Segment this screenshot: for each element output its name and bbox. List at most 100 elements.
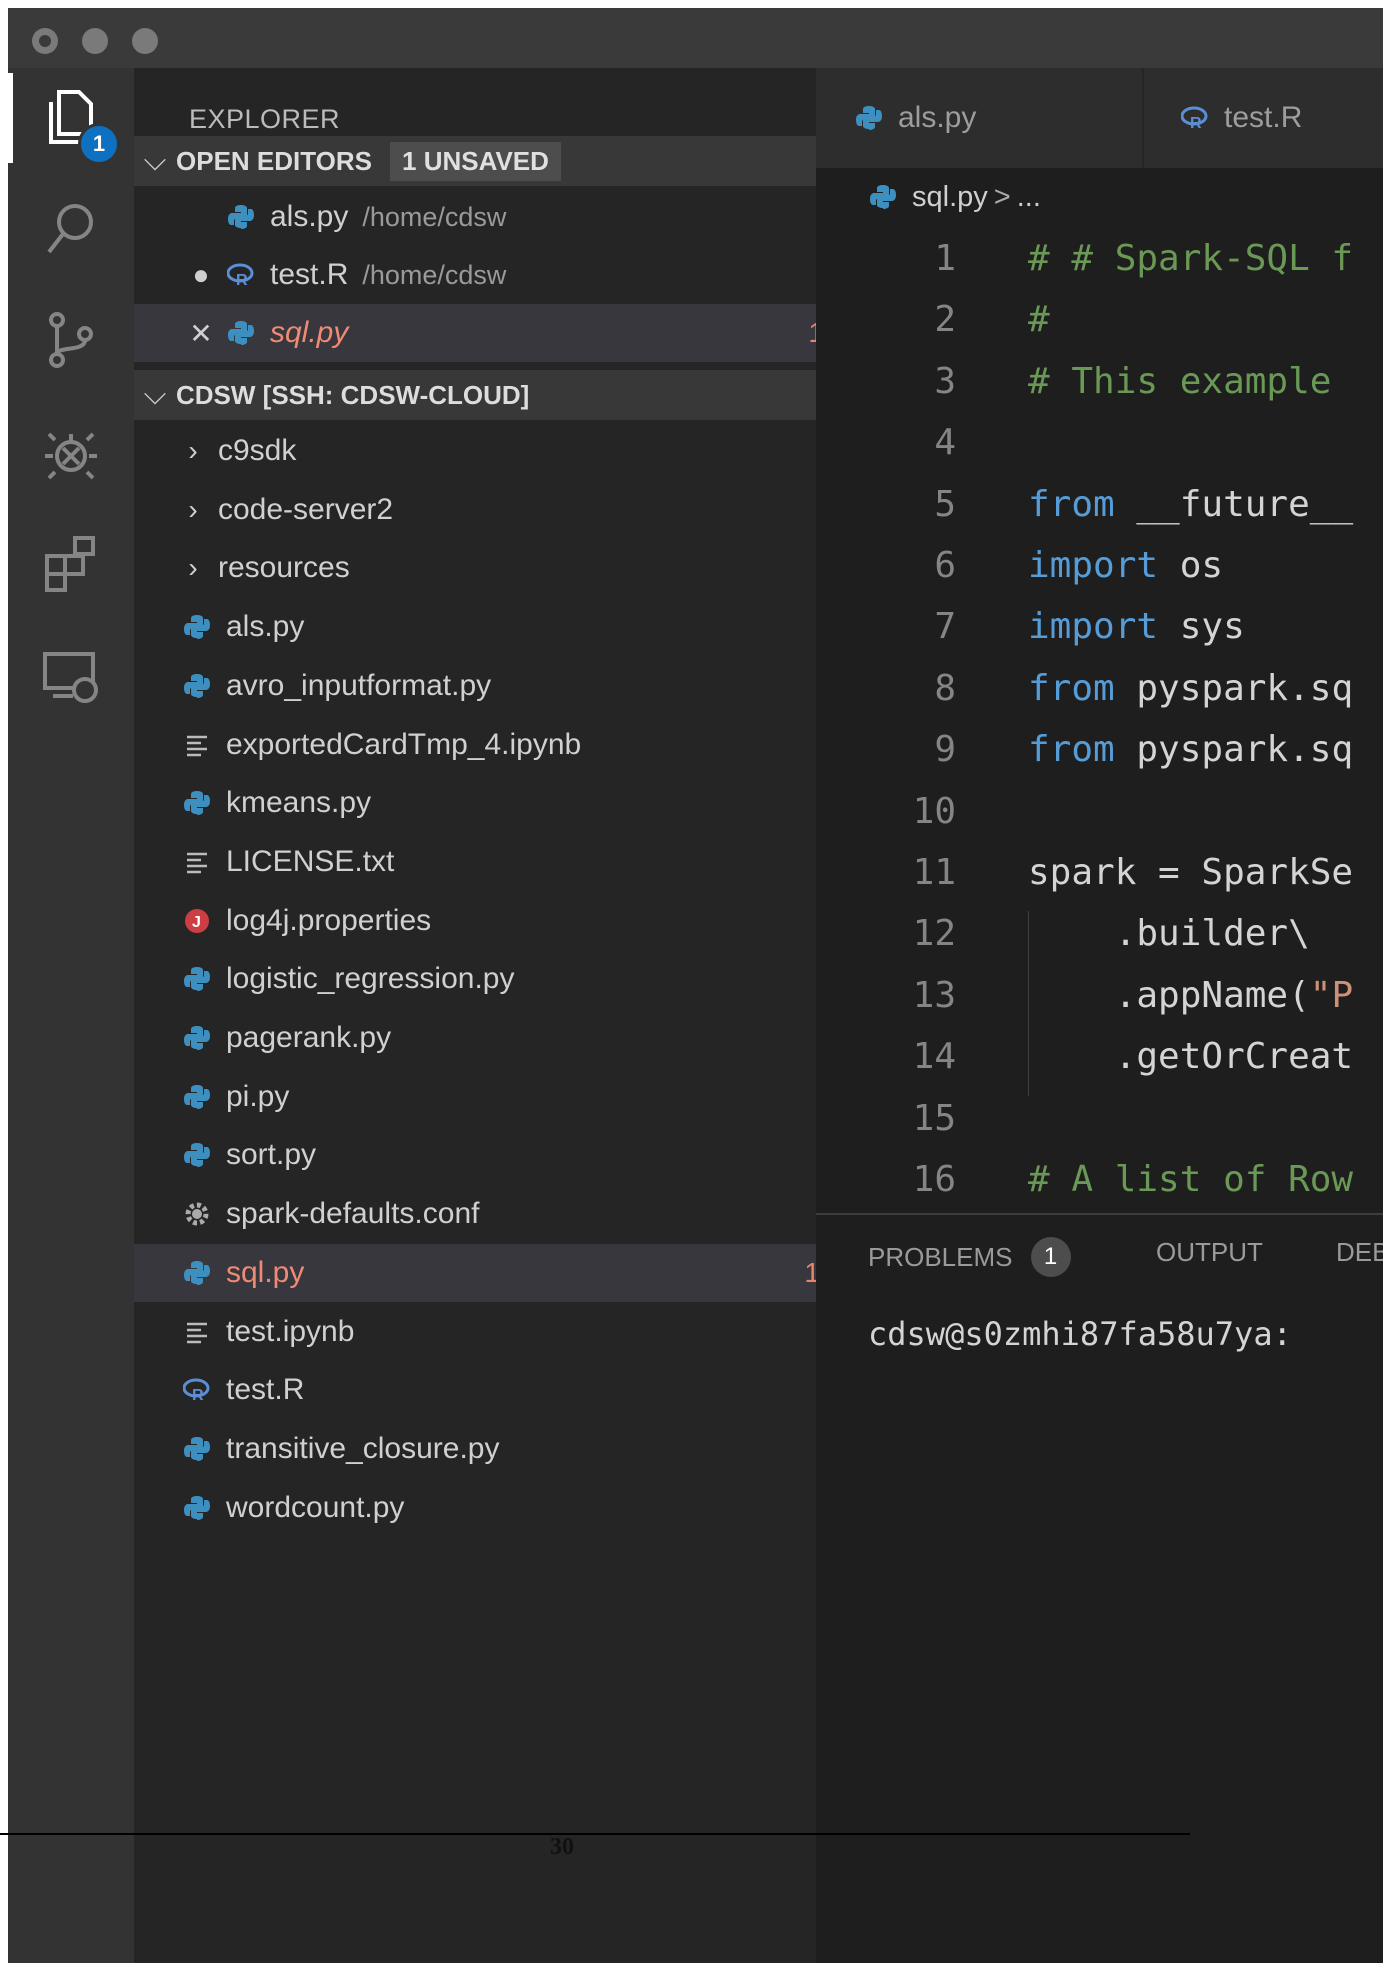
panel-tab-output[interactable]: OUTPUT [1156,1237,1263,1268]
tree-file[interactable]: kmeans.py [134,774,864,832]
file-name: log4j.properties [226,903,432,937]
chevron-right-icon: › [188,493,198,525]
text-lines-icon [182,1317,212,1347]
tree-file[interactable]: Rtest.R [134,1361,864,1419]
tree-file[interactable]: LICENSE.txt [134,833,864,891]
tree-file[interactable]: avro_inputformat.py [134,657,864,715]
code-token: import [1028,545,1159,586]
line-content: .builder\ [1028,903,1310,964]
python-icon [182,964,212,994]
file-name: test.ipynb [226,1314,355,1348]
workspace-label: CDSW [SSH: CDSW-CLOUD] [176,379,530,410]
line-content: # # Spark-SQL f [1028,228,1353,289]
activity-debug-button[interactable] [8,404,134,504]
tree-folder[interactable]: › resources [134,539,860,597]
python-icon [182,1082,212,1112]
tree-file[interactable]: sql.py 1 [134,1243,864,1302]
code-line: 5 from __future__ [816,474,1383,535]
explorer-badge: 1 [78,123,120,165]
activity-extensions-button[interactable] [8,516,134,616]
explorer-sidebar: EXPLORER ⌵ OPEN EDITORS 1 UNSAVED als.py… [134,68,868,1963]
page-footer-rule [0,1833,1190,1835]
breadcrumb-file[interactable]: sql.py [912,181,988,214]
panel-tab-problems[interactable]: PROBLEMS 1 [868,1237,1071,1277]
code-line: 6 import os [816,535,1383,596]
code-token: from [1028,667,1115,709]
code-token: os [1158,545,1224,586]
workspace-header[interactable]: ⌵ CDSW [SSH: CDSW-CLOUD] [134,370,816,420]
breadcrumb-rest[interactable]: ... [1017,181,1041,214]
tree-file[interactable]: logistic_regression.py [134,950,864,1008]
source-control-icon [39,308,103,377]
maximize-window-button[interactable] [132,28,158,54]
editor-tab[interactable]: als.py [816,68,1143,168]
file-name: kmeans.py [226,786,372,820]
tree-file[interactable]: spark-defaults.conf [134,1185,864,1243]
python-icon [182,1140,212,1170]
code-line: 8 from pyspark.sq [816,658,1383,719]
bottom-panel: PROBLEMS 1 OUTPUT DEB cdsw@s0zmhi87fa58u7ya… [816,1213,1383,1963]
activity-files-button[interactable]: 1 [8,68,134,168]
search-icon [39,196,103,265]
tab-label: test.R [1224,101,1303,134]
code-editor[interactable]: 1 # # Spark-SQL f 2 #3 # This example 4 5 from… [816,228,1383,1213]
close-icon[interactable]: ✕ [186,317,216,350]
file-name: als.py [226,610,305,644]
python-icon [182,671,212,701]
line-content: .appName("P [1028,965,1353,1026]
terminal-prompt[interactable]: cdsw@s0zmhi87fa58u7ya: [868,1315,1292,1353]
svg-text:R: R [236,272,248,289]
code-token: from [1028,483,1115,525]
line-number: 3 [934,360,956,402]
python-icon [854,103,884,133]
activity-search-button[interactable] [8,180,134,280]
tree-folder[interactable]: › code-server2 [134,481,860,539]
code-line: 4 [816,412,1383,473]
editor-area: als.py Rtest.R sql.py > ... 1 # # Spark-SQ… [816,68,1383,1963]
file-name: exportedCardTmp_4.ipynb [226,727,582,761]
code-line: 3 # This example [816,351,1383,412]
tree-file[interactable]: test.ipynb [134,1303,864,1361]
line-content: # This example [1028,351,1353,412]
tree-folder[interactable]: › c9sdk [134,422,860,480]
file-name: LICENSE.txt [226,844,395,878]
code-line: 15 [816,1088,1383,1149]
tree-file[interactable]: pagerank.py [134,1009,864,1067]
tree-file[interactable]: sort.py [134,1126,864,1184]
activity-source-control-button[interactable] [8,292,134,392]
line-number: 2 [934,299,956,341]
line-number: 11 [912,852,956,893]
breadcrumb-separator: > [993,180,1011,213]
open-editor-item[interactable]: als.py/home/cdsw [134,188,868,246]
vscode-window: 1 EXPLORER ⌵ OPEN EDITORS 1 UNSAVED als.… [8,8,1383,1963]
text-lines-icon [182,847,212,877]
tree-file[interactable]: transitive_closure.py [134,1420,864,1478]
tree-file[interactable]: Jlog4j.properties [134,892,864,950]
editor-tab[interactable]: Rtest.R [1144,68,1383,168]
open-editors-header[interactable]: ⌵ OPEN EDITORS 1 UNSAVED [134,136,816,186]
file-name: logistic_regression.py [226,962,515,996]
open-editor-item[interactable]: ● Rtest.R/home/cdsw [134,246,868,304]
panel-tab-deb[interactable]: DEB [1336,1237,1383,1268]
line-number: 13 [912,974,956,1016]
line-number: 4 [934,422,956,464]
editor-tabs: als.py Rtest.R [816,68,1383,168]
extensions-icon [39,532,103,601]
close-window-button[interactable] [32,28,58,54]
tree-file[interactable]: als.py [134,598,864,656]
line-number: 5 [934,483,956,525]
line-number: 9 [934,729,956,771]
tree-file[interactable]: wordcount.py [134,1479,864,1537]
activity-remote-explorer-button[interactable] [8,628,134,728]
minimize-window-button[interactable] [82,28,108,54]
python-icon [226,202,256,232]
tree-file[interactable]: exportedCardTmp_4.ipynb [134,716,864,774]
tree-file[interactable]: pi.py [134,1068,864,1126]
code-line: 10 [816,781,1383,842]
code-line: 1 # # Spark-SQL f [816,228,1383,289]
line-content: spark = SparkSe [1028,842,1353,903]
line-content: # A list of Row [1028,1149,1353,1210]
file-name: pi.py [226,1079,290,1113]
open-editor-item[interactable]: ✕sql.py1 [134,304,868,362]
folder-name: resources [218,551,350,585]
